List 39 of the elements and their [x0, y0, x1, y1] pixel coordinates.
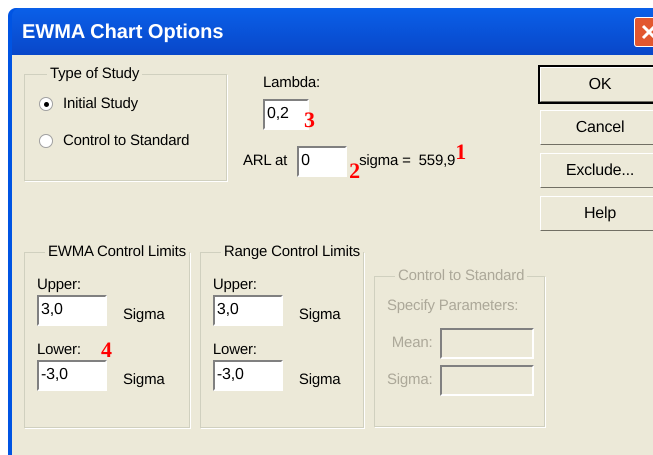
unit-label: Sigma	[123, 304, 165, 324]
input-field[interactable]: 3,0	[212, 295, 283, 326]
radio-label: Control to Standard	[63, 130, 190, 150]
dialog-button[interactable]: Exclude...	[540, 153, 653, 188]
group-title: Control to Standard	[396, 267, 526, 285]
annotation-number: 4	[101, 339, 112, 361]
unit-label: Sigma	[298, 370, 340, 390]
sigma-reading: 559,9	[418, 151, 456, 172]
dialog-button[interactable]: OK	[540, 67, 653, 102]
field-label: Upper:	[212, 275, 257, 295]
radio-label: Initial Study	[63, 94, 138, 114]
annotation-number: 2	[349, 160, 360, 182]
field-label: Upper:	[37, 275, 81, 295]
close-icon	[640, 22, 653, 40]
field-label: sigma =	[359, 151, 411, 170]
field-label: ARL at	[243, 151, 288, 172]
radio-button[interactable]	[39, 97, 53, 112]
unit-label: Sigma	[123, 370, 165, 390]
annotation-number: 1	[455, 140, 466, 162]
group-title: Range Control Limits	[222, 243, 361, 261]
field-label: Sigma:	[386, 370, 432, 390]
input-field[interactable]	[440, 328, 534, 358]
dialog-button[interactable]: Cancel	[540, 110, 653, 145]
field-label: Lower:	[37, 340, 81, 360]
section-subtitle: Specify Parameters:	[386, 296, 518, 316]
input-field[interactable]: 3,0	[37, 295, 107, 326]
group-title: EWMA Control Limits	[47, 243, 187, 261]
input-field[interactable]	[440, 364, 534, 396]
group-title: Type of Study	[49, 65, 140, 83]
dialog-button[interactable]: Help	[540, 196, 653, 231]
field-label: Mean:	[392, 332, 432, 353]
unit-label: Sigma	[298, 304, 340, 324]
field-label: Lower:	[212, 340, 257, 360]
field-label: Lambda:	[263, 73, 321, 93]
radio-button[interactable]	[39, 134, 53, 148]
input-field[interactable]: 0	[297, 146, 348, 177]
input-field[interactable]: -3,0	[37, 360, 107, 391]
window-title: EWMA Chart Options	[22, 20, 224, 44]
input-field[interactable]: -3,0	[212, 360, 283, 391]
